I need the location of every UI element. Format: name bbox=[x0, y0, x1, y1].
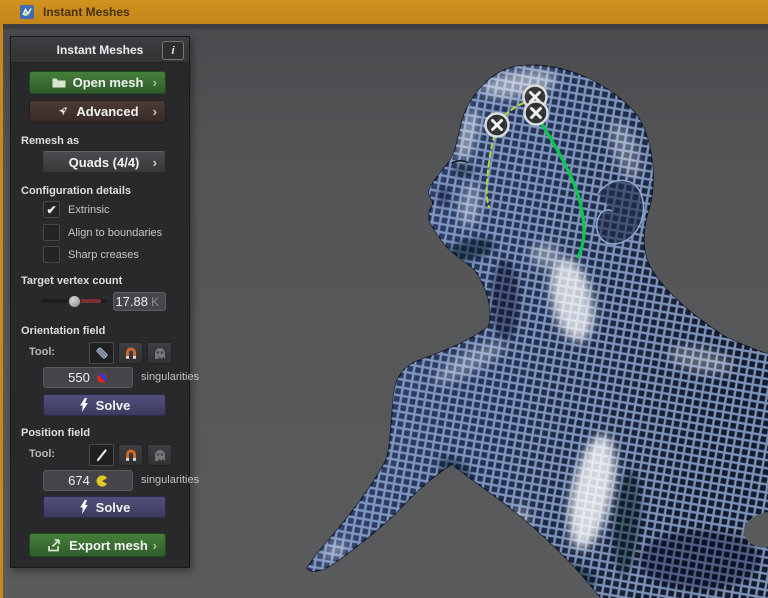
checkbox-row-extrinsic: ✔ Extrinsic bbox=[43, 201, 110, 218]
position-singularities-field[interactable]: 674 bbox=[43, 470, 133, 491]
panel-header[interactable]: Instant Meshes i bbox=[11, 37, 189, 63]
orientation-attract-tool-button[interactable] bbox=[118, 342, 143, 364]
stroke-marker[interactable] bbox=[484, 112, 510, 138]
chevron-right-icon: › bbox=[152, 537, 157, 553]
checkbox-row-sharp-creases: Sharp creases bbox=[43, 246, 139, 263]
export-mesh-button[interactable]: Export mesh › bbox=[29, 533, 166, 557]
folder-icon bbox=[52, 77, 66, 88]
ghost-icon bbox=[152, 345, 168, 361]
position-attract-tool-button[interactable] bbox=[118, 444, 143, 466]
check-icon: ✔ bbox=[46, 202, 57, 217]
advanced-label: Advanced bbox=[76, 104, 139, 119]
vertex-count-value: 17.88 bbox=[115, 294, 148, 309]
orientation-singularities-label: singularities bbox=[141, 371, 200, 383]
vertex-count-field[interactable]: 17.88 K bbox=[113, 292, 166, 311]
remesh-mode-value: Quads (4/4) bbox=[68, 154, 140, 170]
remesh-as-label: Remesh as bbox=[21, 135, 80, 147]
orientation-ghost-tool-button[interactable] bbox=[147, 342, 172, 364]
orientation-solve-label: Solve bbox=[95, 397, 131, 413]
position-pen-tool-button[interactable] bbox=[89, 444, 114, 466]
advanced-button[interactable]: Advanced › bbox=[29, 100, 166, 123]
position-solve-label: Solve bbox=[95, 499, 131, 515]
orientation-tool-label: Tool: bbox=[29, 346, 56, 358]
chevron-right-icon: › bbox=[152, 104, 157, 119]
position-singularities-value: 674 bbox=[68, 473, 90, 488]
align-boundaries-label: Align to boundaries bbox=[68, 226, 163, 239]
target-vertex-count-label: Target vertex count bbox=[21, 275, 123, 287]
export-mesh-label: Export mesh bbox=[69, 537, 148, 553]
chevron-right-icon: › bbox=[152, 75, 157, 90]
magnet-icon bbox=[123, 447, 139, 463]
lightning-bolt-icon bbox=[79, 398, 89, 412]
export-arrow-icon bbox=[47, 538, 62, 552]
orientation-brush-tool-button[interactable] bbox=[89, 342, 114, 364]
stroke-marker[interactable] bbox=[523, 100, 549, 126]
vertex-count-slider[interactable] bbox=[41, 295, 107, 308]
slider-knob[interactable] bbox=[68, 295, 81, 308]
app-logo-icon bbox=[20, 5, 34, 19]
orientation-singularities-field[interactable]: 550 bbox=[43, 367, 133, 388]
position-tool-label: Tool: bbox=[29, 448, 56, 460]
info-button[interactable]: i bbox=[162, 41, 184, 60]
titlebar[interactable]: Instant Meshes bbox=[0, 0, 768, 24]
align-boundaries-checkbox[interactable] bbox=[43, 224, 60, 241]
panel-title: Instant Meshes bbox=[56, 42, 144, 57]
remesh-mode-dropdown[interactable]: Quads (4/4) › bbox=[42, 151, 166, 173]
window-title: Instant Meshes bbox=[43, 5, 130, 19]
orientation-field-label: Orientation field bbox=[21, 325, 106, 337]
orientation-singularities-value: 550 bbox=[68, 370, 90, 385]
ghost-icon bbox=[152, 447, 168, 463]
rocket-icon bbox=[56, 105, 69, 118]
extrinsic-label: Extrinsic bbox=[68, 203, 110, 216]
position-ghost-tool-button[interactable] bbox=[147, 444, 172, 466]
open-mesh-button[interactable]: Open mesh › bbox=[29, 71, 166, 94]
orientation-solve-button[interactable]: Solve bbox=[43, 394, 166, 416]
app-window: Instant Meshes Instant Meshes i Open mes… bbox=[0, 0, 768, 598]
pen-stroke-icon bbox=[94, 447, 110, 463]
sharp-creases-label: Sharp creases bbox=[68, 248, 139, 261]
position-field-label: Position field bbox=[21, 427, 91, 439]
configuration-details-label: Configuration details bbox=[21, 185, 131, 197]
comb-brush-icon bbox=[94, 345, 110, 361]
magnet-icon bbox=[123, 345, 139, 361]
vertex-count-unit: K bbox=[150, 294, 159, 309]
open-mesh-label: Open mesh bbox=[72, 75, 144, 90]
position-singularities-label: singularities bbox=[141, 474, 200, 486]
control-panel: Instant Meshes i Open mesh › Advanced › … bbox=[10, 36, 199, 568]
sharp-creases-checkbox[interactable] bbox=[43, 246, 60, 263]
chevron-right-icon: › bbox=[152, 154, 157, 170]
disc-blue-red-icon bbox=[96, 372, 108, 384]
lightning-bolt-icon bbox=[79, 500, 89, 514]
position-solve-button[interactable]: Solve bbox=[43, 496, 166, 518]
checkbox-row-align-boundaries: Align to boundaries bbox=[43, 224, 162, 241]
extrinsic-checkbox[interactable]: ✔ bbox=[43, 201, 60, 218]
disc-yellow-icon bbox=[96, 474, 108, 487]
